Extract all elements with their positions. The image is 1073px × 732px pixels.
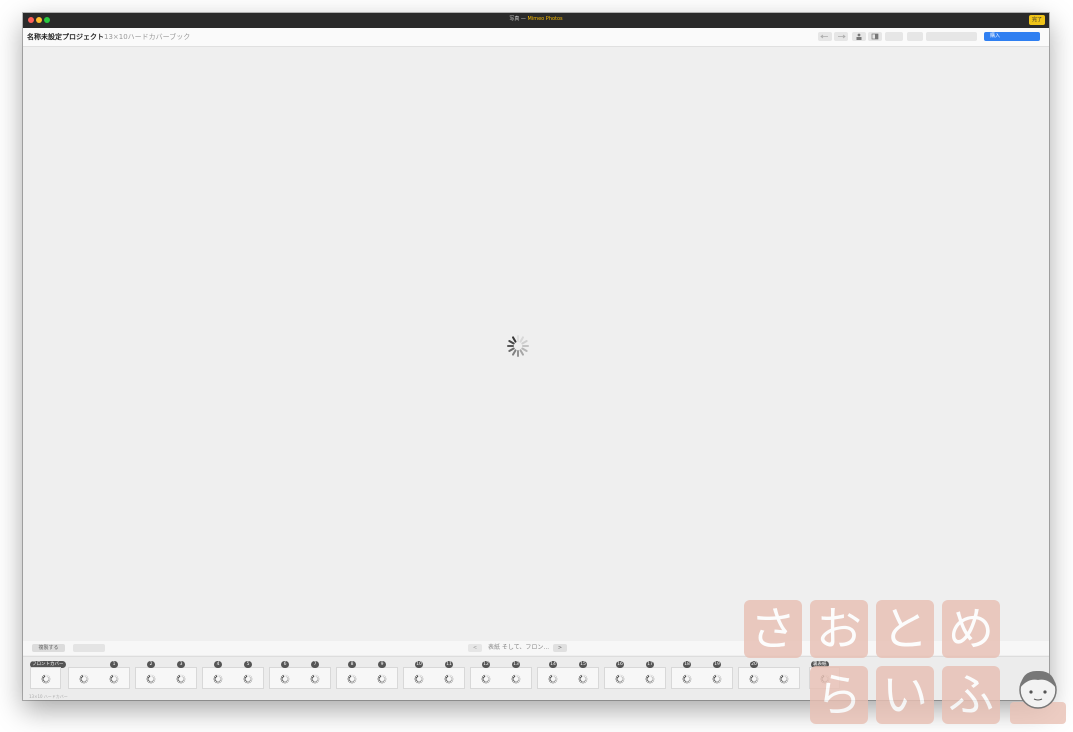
loading-spinner-icon xyxy=(548,674,558,684)
loading-spinner-icon xyxy=(682,674,692,684)
done-button[interactable]: 完了 xyxy=(1029,15,1045,25)
page-number-badge: 2 xyxy=(147,661,155,668)
pager-secondary-button[interactable] xyxy=(73,644,105,652)
page-number-badge: 14 xyxy=(549,661,557,668)
window-title: 写真 — Mimeo Photos xyxy=(23,15,1049,22)
layout-button[interactable] xyxy=(868,32,882,41)
page-number-badge: 6 xyxy=(281,661,289,668)
page-number-badge: 16 xyxy=(616,661,624,668)
page-number-badge: 5 xyxy=(244,661,252,668)
toolbar-button-a[interactable] xyxy=(885,32,903,41)
loading-spinner-icon xyxy=(414,674,424,684)
layout-icon xyxy=(871,33,879,40)
loading-spinner-icon xyxy=(347,674,357,684)
loading-spinner-icon xyxy=(79,674,89,684)
strip-footer: 13×10 ハードカバー xyxy=(29,694,68,699)
loading-spinner-icon xyxy=(176,674,186,684)
undo-icon xyxy=(820,34,828,39)
undo-button[interactable] xyxy=(818,32,832,41)
toolbar-button-c[interactable] xyxy=(926,32,977,41)
loading-spinner-icon xyxy=(243,674,253,684)
loading-spinner-icon xyxy=(41,674,51,684)
page-number-badge: 9 xyxy=(378,661,386,668)
loading-spinner-icon xyxy=(615,674,625,684)
page-number-badge: 10 xyxy=(415,661,423,668)
window-title-prefix: 写真 — xyxy=(509,16,528,22)
watermark-tile: め xyxy=(942,600,1000,658)
loading-spinner-icon xyxy=(507,335,529,357)
loading-spinner-icon xyxy=(645,674,655,684)
redo-icon xyxy=(838,34,846,39)
loading-spinner-icon xyxy=(310,674,320,684)
project-title[interactable]: 名称未設定プロジェクト xyxy=(27,32,104,42)
loading-spinner-icon xyxy=(481,674,491,684)
page-number-badge: 8 xyxy=(348,661,356,668)
page-number-badge: 1 xyxy=(110,661,118,668)
loading-spinner-icon xyxy=(578,674,588,684)
page-number-badge: 19 xyxy=(713,661,721,668)
window-title-app: Mimeo Photos xyxy=(527,16,563,22)
watermark-tile: さ xyxy=(744,600,802,658)
page-number-badge: 4 xyxy=(214,661,222,668)
title-bar: 写真 — Mimeo Photos 完了 xyxy=(23,13,1049,28)
mascot-face-icon xyxy=(1010,670,1066,724)
page-number-badge: 3 xyxy=(177,661,185,668)
loading-spinner-icon xyxy=(444,674,454,684)
loading-spinner-icon xyxy=(377,674,387,684)
project-subtitle: 13×10ハードカバーブック xyxy=(104,33,191,41)
duplicate-button[interactable]: 複製する xyxy=(32,644,65,652)
prev-page-button[interactable]: < xyxy=(468,644,482,652)
buy-button[interactable]: 購入 xyxy=(984,32,1040,41)
redo-button[interactable] xyxy=(834,32,848,41)
app-window: 写真 — Mimeo Photos 完了 名称未設定プロジェクト 13×10ハー… xyxy=(23,13,1049,700)
loading-spinner-icon xyxy=(213,674,223,684)
page-number-badge: 15 xyxy=(579,661,587,668)
page-number-badge: 13 xyxy=(512,661,520,668)
loading-spinner-icon xyxy=(712,674,722,684)
watermark-logo: さ お と め ら い ふ xyxy=(744,600,1073,732)
page-number-badge: 7 xyxy=(311,661,319,668)
watermark-tile: と xyxy=(876,600,934,658)
page-number-badge: 18 xyxy=(683,661,691,668)
loading-spinner-icon xyxy=(146,674,156,684)
loading-spinner-icon xyxy=(109,674,119,684)
loading-spinner-icon xyxy=(280,674,290,684)
watermark-tile: ら xyxy=(810,666,868,724)
page-number-badge: 11 xyxy=(445,661,453,668)
project-toolbar: 名称未設定プロジェクト 13×10ハードカバーブック 購入 xyxy=(23,28,1049,47)
watermark-tile: お xyxy=(810,600,868,658)
person-icon xyxy=(856,33,862,40)
current-page-label: 表紙 そして、フロン... xyxy=(488,644,550,651)
watermark-tile: ふ xyxy=(942,666,1000,724)
page-number-badge: 17 xyxy=(646,661,654,668)
toolbar-button-b[interactable] xyxy=(907,32,923,41)
page-number-badge: 12 xyxy=(482,661,490,668)
next-page-button[interactable]: > xyxy=(553,644,567,652)
user-photo-button[interactable] xyxy=(852,32,866,41)
watermark-tile: い xyxy=(876,666,934,724)
loading-spinner-icon xyxy=(511,674,521,684)
